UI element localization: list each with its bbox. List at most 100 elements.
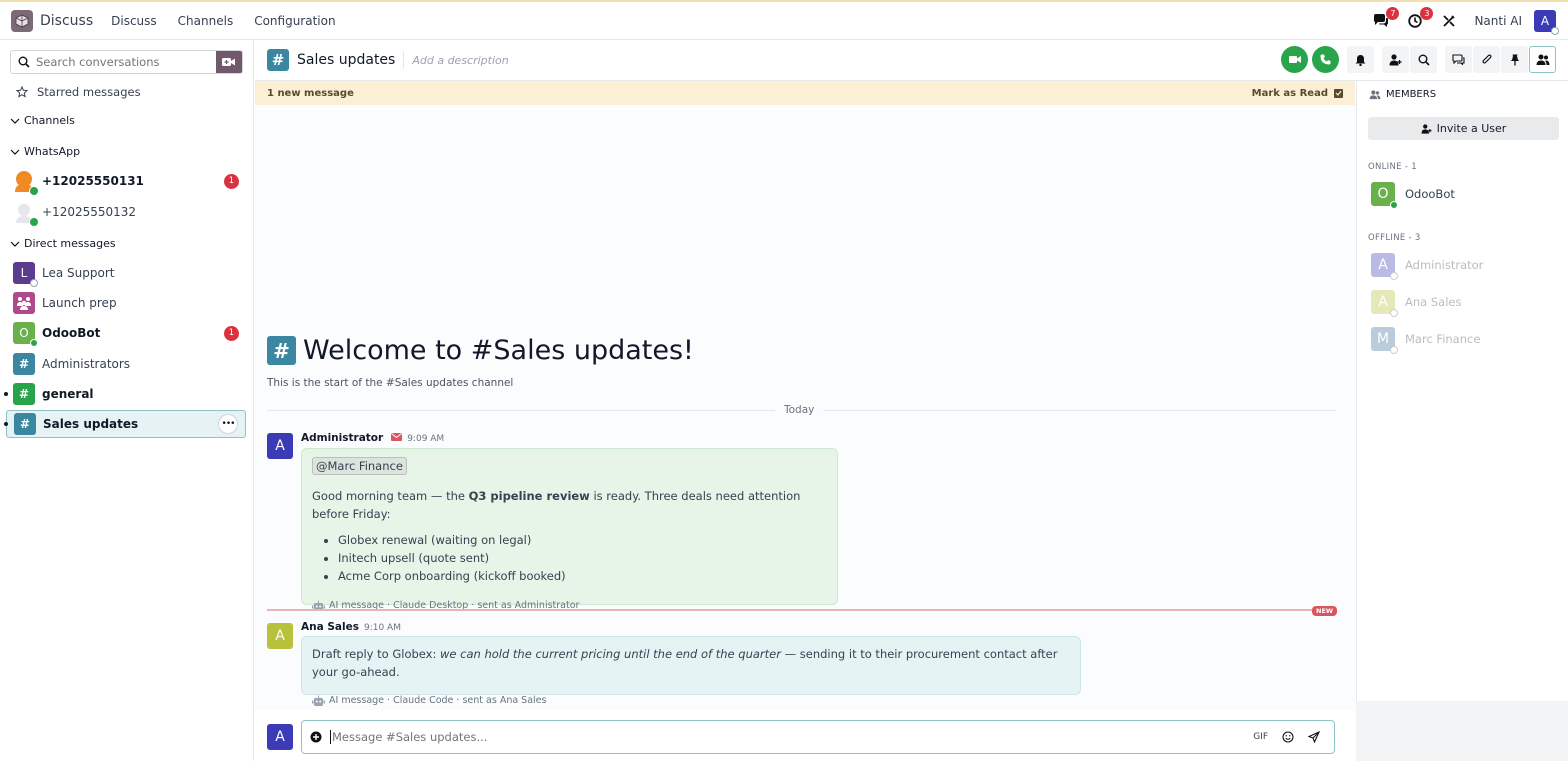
avatar-initial: M [1376, 331, 1390, 347]
section-whatsapp[interactable]: WhatsApp [10, 145, 80, 158]
nav-channels[interactable]: Channels [178, 14, 234, 28]
message-author[interactable]: Ana Sales [301, 621, 359, 633]
ai-meta-text: AI message · Claude Desktop · sent as Ad… [329, 600, 580, 611]
video-camera-icon [1288, 56, 1301, 63]
message-author-avatar[interactable]: A [267, 433, 293, 459]
divider [403, 51, 405, 69]
chevron-down-icon [10, 118, 20, 124]
sidebar-item-label: general [42, 387, 94, 401]
channel-hash-icon: # [267, 49, 289, 71]
section-direct-messages[interactable]: Direct messages [10, 237, 116, 250]
sidebar-item-label: Administrators [42, 357, 131, 371]
app-name[interactable]: Discuss [40, 13, 93, 29]
channel-description-input[interactable]: Add a description [412, 54, 508, 67]
chevron-down-icon [10, 241, 20, 247]
offline-status-dot [1390, 346, 1398, 354]
section-channels[interactable]: Channels [10, 114, 75, 127]
activity-menu-button[interactable]: 3 [1402, 7, 1434, 34]
starred-messages-link[interactable]: Starred messages [16, 85, 141, 99]
sidebar-item-launch-prep[interactable]: Launch prep [6, 289, 246, 317]
user-plus-icon [1421, 123, 1432, 134]
list-item: Globex renewal (waiting on legal) [338, 531, 827, 549]
messages-count-badge: 7 [1386, 7, 1400, 20]
avatar: L [13, 262, 38, 287]
sidebar-item-odoobot[interactable]: O OdooBot 1 [6, 319, 246, 347]
message-input[interactable] [330, 730, 1254, 744]
starred-label: Starred messages [37, 85, 141, 99]
avatar: M [1371, 327, 1398, 354]
sidebar-item-whatsapp-1[interactable]: +12025550131 1 [6, 167, 246, 196]
add-users-button[interactable] [1382, 46, 1409, 73]
channel-hash-icon: # [267, 336, 296, 365]
sidebar-item-label: Lea Support [42, 266, 115, 280]
sidebar-item-whatsapp-2[interactable]: +12025550132 [6, 198, 246, 227]
pinned-messages-button[interactable] [1501, 46, 1528, 73]
chevron-down-icon [10, 149, 20, 155]
user-name[interactable]: Nanti AI [1474, 14, 1522, 28]
invite-user-button[interactable]: Invite a User [1368, 117, 1559, 140]
gif-button[interactable]: GIF [1253, 732, 1268, 742]
notification-settings-button[interactable] [1347, 46, 1374, 73]
more-options-button[interactable]: ••• [218, 414, 238, 434]
welcome-title: Welcome to #Sales updates! [303, 335, 694, 366]
send-button[interactable] [1308, 731, 1320, 743]
message-author[interactable]: Administrator [301, 432, 383, 444]
plus-circle-icon [310, 731, 322, 743]
avatar-initial: O [1377, 186, 1389, 202]
avatar: O [1371, 182, 1398, 209]
avatar: A [1371, 290, 1398, 317]
online-section-label: ONLINE - 1 [1368, 162, 1417, 172]
member-row[interactable]: O OdooBot [1371, 182, 1455, 209]
sidebar-item-lea-support[interactable]: L Lea Support [6, 259, 246, 287]
new-message-text[interactable]: 1 new message [267, 88, 354, 99]
whatsapp-icon [29, 186, 39, 196]
member-row[interactable]: A Ana Sales [1371, 290, 1462, 317]
start-meeting-button[interactable] [216, 51, 242, 73]
member-row[interactable]: A Administrator [1371, 253, 1483, 280]
sidebar-item-general[interactable]: # general [4, 380, 246, 408]
nav-configuration[interactable]: Configuration [254, 14, 335, 28]
message-author-avatar[interactable]: A [267, 623, 293, 649]
avatar-initial: L [20, 266, 28, 280]
user-plus-icon [1389, 53, 1402, 65]
member-list-button[interactable] [1529, 46, 1556, 73]
mark-as-read-button[interactable]: Mark as Read [1252, 88, 1343, 99]
channel-hash-icon: # [13, 383, 35, 405]
group-avatar [13, 292, 35, 314]
emoji-button[interactable] [1282, 731, 1294, 743]
nav-discuss[interactable]: Discuss [111, 14, 157, 28]
sidebar: Starred messages Channels WhatsApp +1202… [0, 40, 254, 761]
message-list: Globex renewal (waiting on legal) Initec… [338, 531, 827, 585]
attachments-button[interactable] [1473, 46, 1500, 73]
tools-button[interactable] [1436, 8, 1462, 34]
voice-call-button[interactable] [1312, 46, 1339, 73]
sidebar-item-label: OdooBot [42, 326, 101, 340]
avatar-initial: A [275, 628, 285, 644]
message-header: Administrator 9:09 AM [301, 432, 444, 444]
user-avatar[interactable]: A [1534, 10, 1559, 35]
channel-title[interactable]: Sales updates [297, 52, 395, 68]
sidebar-item-administrators[interactable]: # Administrators [6, 350, 246, 378]
new-messages-separator [267, 609, 1312, 611]
search-input[interactable] [36, 55, 216, 69]
member-name: Ana Sales [1405, 295, 1462, 309]
message-header: Ana Sales 9:10 AM [301, 621, 401, 633]
video-call-button[interactable] [1281, 46, 1308, 73]
welcome-header: # Welcome to #Sales updates! [267, 335, 694, 366]
star-icon [16, 86, 28, 98]
mention-link[interactable]: @Marc Finance [312, 457, 407, 475]
ai-meta-text: AI message · Claude Code · sent as Ana S… [329, 695, 547, 706]
threads-button[interactable] [1445, 46, 1472, 73]
sidebar-item-sales-updates[interactable]: # Sales updates ••• [4, 410, 246, 438]
search-messages-button[interactable] [1410, 46, 1437, 73]
message-bold-text: Q3 pipeline review [468, 489, 590, 503]
add-attachment-button[interactable] [310, 731, 322, 743]
discuss-app-icon[interactable] [11, 9, 33, 32]
messaging-menu-button[interactable]: 7 [1368, 7, 1400, 34]
member-row[interactable]: M Marc Finance [1371, 327, 1480, 354]
offline-section-label: OFFLINE - 3 [1368, 233, 1421, 243]
unread-badge: 1 [224, 173, 239, 189]
status-dot [30, 279, 38, 287]
section-label: Channels [24, 114, 75, 127]
online-status-dot [1390, 201, 1398, 209]
